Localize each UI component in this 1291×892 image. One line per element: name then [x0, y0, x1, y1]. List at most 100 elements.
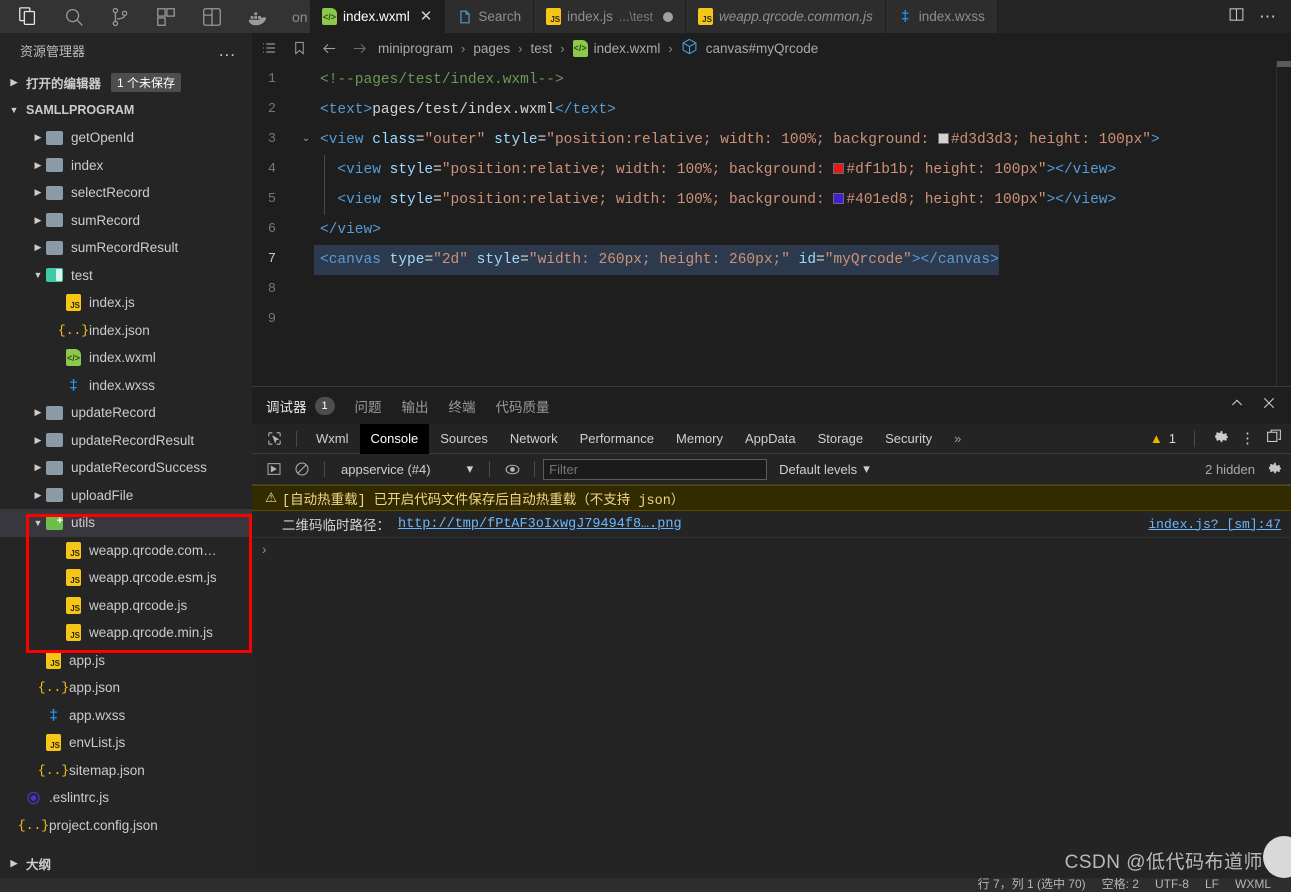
outline-section[interactable]: ▶ 大纲	[0, 849, 252, 878]
console-message-warning[interactable]: ⚠ [自动热重载] 已开启代码文件保存后自动热重载（不支持 json）	[252, 485, 1291, 511]
arrow-left-icon[interactable]	[318, 40, 340, 57]
devtools-tab-overflow[interactable]: »	[943, 424, 972, 454]
open-editors-section[interactable]: ▶ 打开的编辑器 1 个未保存	[0, 68, 252, 96]
breadcrumb-item-miniprogram[interactable]: miniprogram	[378, 41, 453, 56]
tree-item-sumrecordresult[interactable]: ▶ sumRecordResult	[0, 234, 252, 262]
panel-tab-debugger[interactable]: 调试器 1	[266, 387, 335, 425]
code-line-8[interactable]: 8	[252, 275, 1291, 305]
tree-item-uploadfile[interactable]: ▶ uploadFile	[0, 482, 252, 510]
status-item[interactable]: LF	[1205, 878, 1219, 890]
tab-index-js[interactable]: JS index.js ...\test	[534, 0, 686, 33]
chevron-right-icon[interactable]: ▶	[30, 407, 46, 418]
status-item[interactable]: WXML	[1235, 878, 1271, 890]
tree-item-project-config-json[interactable]: {..} project.config.json	[0, 812, 252, 840]
tree-item-selectrecord[interactable]: ▶ selectRecord	[0, 179, 252, 207]
tree-item-index-js[interactable]: JS index.js	[0, 289, 252, 317]
tree-item-updaterecordresult[interactable]: ▶ updateRecordResult	[0, 427, 252, 455]
chevron-right-icon[interactable]: ▶	[30, 187, 46, 198]
code-line-5[interactable]: 5 <view style="position:relative; width:…	[252, 185, 1291, 215]
gear-icon[interactable]	[1213, 428, 1230, 450]
chevron-right-icon[interactable]: ▶	[30, 160, 46, 171]
console-settings-icon[interactable]	[1267, 460, 1283, 479]
kebab-menu-icon[interactable]: ⋮	[1240, 431, 1255, 446]
chevron-right-icon[interactable]: ▶	[30, 435, 46, 446]
panel-close-icon[interactable]	[1261, 395, 1277, 416]
more-actions-icon[interactable]: ⋯	[1259, 8, 1277, 25]
breadcrumb-item-canvas-myqrcode[interactable]: canvas#myQrcode	[706, 41, 819, 56]
unsaved-dot-icon[interactable]	[662, 11, 673, 22]
code-line-1[interactable]: 1 <!--pages/test/index.wxml-->	[252, 65, 1291, 95]
tree-item-app-js[interactable]: JS app.js	[0, 647, 252, 675]
project-root-section[interactable]: ▼ SAMLLPROGRAM	[0, 96, 252, 124]
tree-item-envlist-js[interactable]: JS envList.js	[0, 729, 252, 757]
clear-console-icon[interactable]	[288, 461, 316, 477]
live-expression-icon[interactable]	[498, 461, 526, 478]
tree-item-index-wxss[interactable]: ‡ index.wxss	[0, 372, 252, 400]
console-context-select[interactable]: appservice (#4) ▾	[333, 461, 481, 477]
chevron-right-icon[interactable]: ▶	[30, 215, 46, 226]
inspect-element-icon[interactable]	[260, 430, 288, 447]
devtools-tab-console[interactable]: Console	[359, 423, 430, 454]
code-line-2[interactable]: 2 <text>pages/test/index.wxml</text>	[252, 95, 1291, 125]
warning-count-chip[interactable]: ▲ 1	[1150, 431, 1176, 446]
miniprogram-icon[interactable]	[192, 2, 232, 32]
tree-item-weapp-qrcode-js[interactable]: JS weapp.qrcode.js	[0, 592, 252, 620]
source-control-icon[interactable]	[100, 2, 140, 32]
chevron-right-icon[interactable]: ▶	[30, 490, 46, 501]
devtools-tab-performance[interactable]: Performance	[569, 424, 665, 454]
status-item[interactable]: 空格: 2	[1102, 878, 1139, 890]
chevron-right-icon[interactable]: ▶	[30, 242, 46, 253]
tree-item-index-json[interactable]: {..} index.json	[0, 317, 252, 345]
tree-item-sumrecord[interactable]: ▶ sumRecord	[0, 207, 252, 235]
tree-item-updaterecord[interactable]: ▶ updateRecord	[0, 399, 252, 427]
panel-tab-code-quality[interactable]: 代码质量	[496, 387, 550, 424]
sidebar-more-icon[interactable]: ...	[219, 41, 236, 61]
console-source-link[interactable]: index.js? [sm]:47	[1148, 517, 1281, 532]
console-message-info[interactable]: 二维码临时路径： http://tmp/fPtAF3oIxwgJ79494f8……	[252, 511, 1291, 538]
qrcode-temp-path-link[interactable]: http://tmp/fPtAF3oIxwgJ79494f8….png	[398, 517, 682, 532]
breadcrumb-item-index-wxml[interactable]: index.wxml	[594, 41, 661, 56]
tab-index-wxss[interactable]: ‡ index.wxss	[885, 0, 998, 33]
code-line-9[interactable]: 9	[252, 305, 1291, 335]
split-editor-icon[interactable]	[1228, 6, 1245, 28]
tab-index-wxml[interactable]: </> index.wxml ✕	[310, 0, 446, 33]
code-line-7[interactable]: 7 <canvas type="2d" style="width: 260px; …	[252, 245, 1291, 275]
execute-step-icon[interactable]	[260, 461, 288, 477]
chevron-right-icon[interactable]: ▶	[30, 462, 46, 473]
status-item[interactable]: 行 7，列 1 (选中 70)	[978, 878, 1086, 890]
panel-tab-problems[interactable]: 问题	[355, 387, 382, 424]
status-item[interactable]: UTF-8	[1155, 878, 1189, 890]
tree-item-index[interactable]: ▶ index	[0, 152, 252, 180]
list-icon[interactable]	[258, 40, 280, 56]
search-icon[interactable]	[54, 2, 94, 32]
tree-item--eslintrc-js[interactable]: .eslintrc.js	[0, 784, 252, 812]
tree-item-app-json[interactable]: {..} app.json	[0, 674, 252, 702]
devtools-tab-storage[interactable]: Storage	[807, 424, 875, 454]
console-levels-select[interactable]: Default levels ▾	[779, 461, 870, 477]
chevron-down-icon[interactable]: ▼	[30, 270, 46, 280]
panel-tab-terminal[interactable]: 终端	[449, 387, 476, 424]
devtools-tab-network[interactable]: Network	[499, 424, 569, 454]
console-filter-input[interactable]	[543, 458, 768, 480]
bookmark-icon[interactable]	[288, 40, 310, 56]
panel-tab-output[interactable]: 输出	[402, 387, 429, 424]
tree-item-weapp-qrcode-min-js[interactable]: JS weapp.qrcode.min.js	[0, 619, 252, 647]
fold-chevron-icon[interactable]: ⌄	[298, 125, 314, 155]
tree-item-sitemap-json[interactable]: {..} sitemap.json	[0, 757, 252, 785]
dock-panel-icon[interactable]	[1265, 428, 1283, 450]
tree-item-getopenid[interactable]: ▶ getOpenId	[0, 124, 252, 152]
code-line-6[interactable]: 6 </view>	[252, 215, 1291, 245]
devtools-tab-wxml[interactable]: Wxml	[305, 424, 360, 454]
code-line-4[interactable]: 4 <view style="position:relative; width:…	[252, 155, 1291, 185]
tab-weapp-qrcode-common-js[interactable]: JS weapp.qrcode.common.js	[685, 0, 886, 33]
tree-item-weapp-qrcode-com-[interactable]: JS weapp.qrcode.com…	[0, 537, 252, 565]
editor-scrollbar-thumb[interactable]	[1277, 61, 1291, 67]
devtools-tab-sources[interactable]: Sources	[429, 424, 499, 454]
console-prompt[interactable]: ›	[252, 538, 1291, 564]
chevron-down-icon[interactable]: ▼	[30, 518, 46, 528]
code-content[interactable]: 1 <!--pages/test/index.wxml--> 2 <text>page…	[252, 63, 1291, 335]
devtools-tab-appdata[interactable]: AppData	[734, 424, 807, 454]
code-line-3[interactable]: 3 ⌄ <view class="outer" style="position:re…	[252, 125, 1291, 155]
panel-collapse-icon[interactable]	[1229, 395, 1245, 416]
tab-search[interactable]: Search	[445, 0, 535, 33]
